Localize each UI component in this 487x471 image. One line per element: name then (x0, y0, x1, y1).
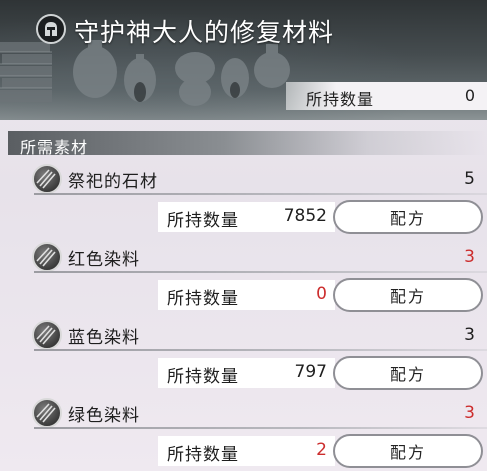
page-title: 守护神大人的修复材料 (74, 18, 335, 47)
recipe-button[interactable]: 配方 (333, 200, 483, 234)
section-title: 所需素材 (20, 138, 89, 157)
recipe-button[interactable]: 配方 (333, 278, 483, 312)
owned-label: 所持数量 (306, 90, 375, 109)
owned-label: 所持数量 (167, 289, 239, 309)
owned-value: 0 (464, 86, 475, 105)
stone-material-icon (32, 164, 62, 194)
required-count: 3 (464, 403, 475, 423)
material-row: 祭祀的石材 5 所持数量 7852 配方 (0, 164, 487, 242)
section-header: 所需素材 (8, 131, 487, 157)
owned-count-strip: 所持数量 0 (286, 82, 487, 110)
material-row: 红色染料 3 所持数量 0 配方 (0, 242, 487, 320)
material-name: 祭祀的石材 (68, 172, 158, 192)
material-row: 蓝色染料 3 所持数量 797 配方 (0, 320, 487, 398)
row-divider (34, 427, 487, 429)
required-count: 3 (464, 325, 475, 345)
dye-material-icon (32, 242, 62, 272)
required-count: 3 (464, 247, 475, 267)
guardian-helmet-icon (36, 14, 66, 44)
owned-label: 所持数量 (167, 367, 239, 387)
row-divider (34, 349, 487, 351)
owned-label: 所持数量 (167, 211, 239, 231)
material-name: 蓝色染料 (68, 328, 140, 348)
recipe-button[interactable]: 配方 (333, 434, 483, 468)
owned-count: 2 (316, 440, 327, 460)
recipe-button[interactable]: 配方 (333, 356, 483, 390)
required-count: 5 (464, 169, 475, 189)
dye-material-icon (32, 320, 62, 350)
material-name: 红色染料 (68, 250, 140, 270)
owned-count: 7852 (283, 206, 327, 226)
row-divider (34, 193, 487, 195)
header-banner: 守护神大人的修复材料 所持数量 0 (0, 0, 487, 120)
owned-count: 0 (316, 284, 327, 304)
material-name: 绿色染料 (68, 406, 140, 426)
owned-label: 所持数量 (167, 445, 239, 465)
owned-count: 797 (294, 362, 327, 382)
dye-material-icon (32, 398, 62, 428)
material-row: 绿色染料 3 所持数量 2 配方 (0, 398, 487, 471)
row-divider (34, 271, 487, 273)
